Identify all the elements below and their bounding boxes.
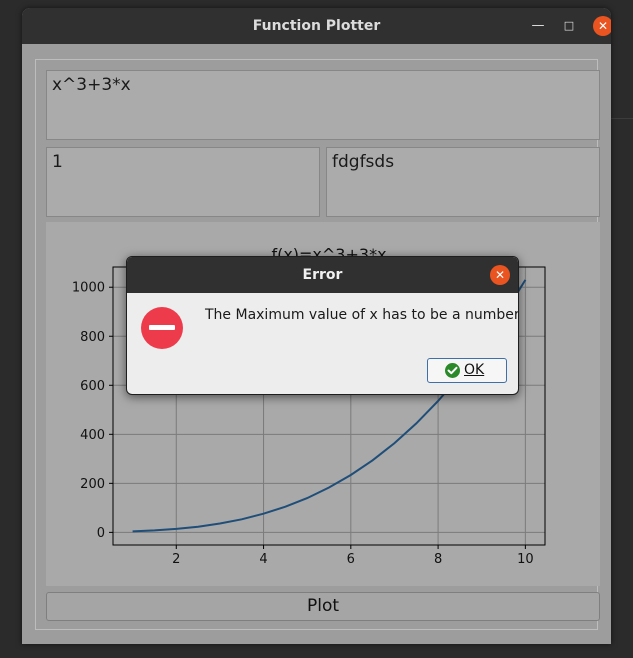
title-bar: Function Plotter — □ ✕: [22, 8, 611, 44]
plot-button[interactable]: Plot: [46, 592, 600, 621]
close-icon[interactable]: ✕: [593, 16, 611, 36]
x-tick-label: 10: [517, 552, 534, 567]
function-input[interactable]: x^3+3*x: [46, 70, 600, 140]
x-tick-label: 2: [172, 552, 180, 567]
y-tick-label: 600: [80, 379, 105, 394]
error-stop-icon: [141, 307, 183, 349]
max-x-input[interactable]: fdgfsds: [326, 147, 600, 217]
x-tick-label: 4: [259, 552, 267, 567]
y-tick-label: 200: [80, 477, 105, 492]
y-tick-label: 400: [80, 428, 105, 443]
min-x-input[interactable]: 1: [46, 147, 320, 217]
ok-button-label: OK: [464, 362, 485, 378]
error-message: The Maximum value of x has to be a numbe…: [205, 307, 519, 323]
background-divider: [610, 118, 633, 119]
dialog-close-icon[interactable]: ✕: [490, 265, 510, 285]
window-title: Function Plotter: [252, 18, 381, 34]
x-tick-label: 8: [434, 552, 442, 567]
check-icon: [445, 363, 460, 378]
maximize-icon[interactable]: □: [559, 16, 579, 36]
y-tick-label: 800: [80, 330, 105, 345]
y-tick-label: 1000: [72, 281, 105, 296]
dialog-title-bar: Error ✕: [127, 257, 518, 293]
error-dialog: Error ✕ The Maximum value of x has to be…: [126, 256, 519, 395]
ok-button[interactable]: OK: [427, 358, 507, 383]
x-tick-label: 6: [347, 552, 355, 567]
minimize-icon[interactable]: —: [528, 16, 548, 36]
dialog-title: Error: [302, 267, 343, 283]
y-tick-label: 0: [97, 526, 105, 541]
